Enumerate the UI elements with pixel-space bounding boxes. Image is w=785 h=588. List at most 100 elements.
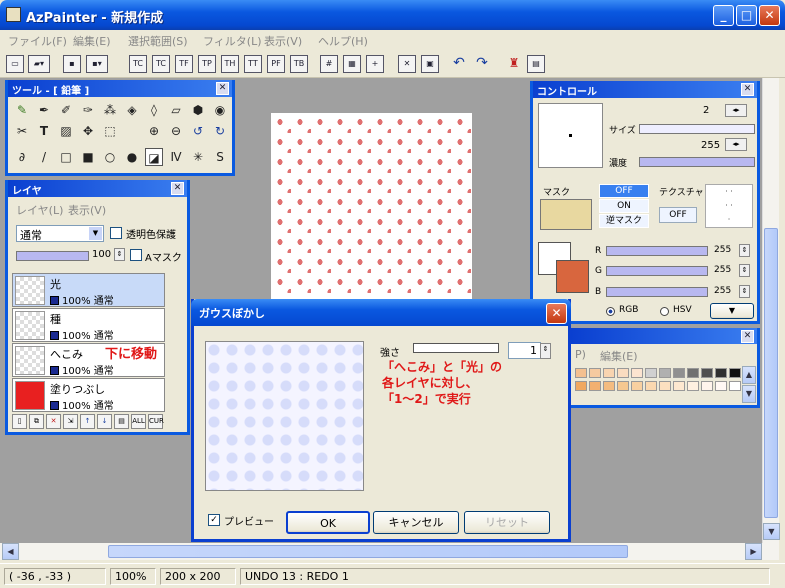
horizontal-scroll-thumb[interactable]	[108, 545, 628, 558]
g-spin[interactable]: ⇕	[739, 264, 750, 277]
toolbar-th-button[interactable]: TH	[221, 55, 239, 73]
color-menu-button[interactable]: ▼	[710, 303, 754, 319]
document-canvas[interactable]	[271, 113, 472, 314]
opacity-slider[interactable]	[16, 251, 89, 261]
close-button[interactable]: ✕	[759, 5, 780, 26]
toolbar-tc2-button[interactable]: TC	[152, 55, 170, 73]
palette-swatch[interactable]	[575, 368, 587, 378]
palette-menu-view[interactable]: P)	[575, 348, 586, 361]
spray-icon[interactable]: ♜	[505, 55, 523, 73]
palette-swatch[interactable]	[575, 381, 587, 391]
text-icon[interactable]: T	[35, 122, 53, 140]
palette-swatch[interactable]	[659, 381, 671, 391]
palette-swatch[interactable]	[631, 381, 643, 391]
mask-reverse-button[interactable]: 逆マスク	[599, 214, 649, 228]
background-color-swatch[interactable]	[556, 260, 589, 293]
fill-bucket-icon[interactable]: ◪	[145, 148, 163, 166]
vertical-scroll-thumb[interactable]	[764, 228, 778, 518]
size-spin[interactable]: ◂▸	[725, 104, 747, 117]
scroll-right-button[interactable]: ▶	[745, 543, 762, 560]
new-layer-icon[interactable]: ▯	[12, 414, 27, 429]
layer-row[interactable]: 種 100% 通常	[12, 308, 165, 342]
preview-area[interactable]	[205, 341, 364, 491]
fill-circle-icon[interactable]: ◉	[211, 101, 229, 119]
layer-row[interactable]: 光 100% 通常	[12, 273, 165, 307]
layer-down-icon[interactable]: ↓	[97, 414, 112, 429]
spline-icon[interactable]: S	[211, 148, 229, 166]
menu-help[interactable]: ヘルプ(H)	[318, 33, 368, 49]
save-icon[interactable]: ▪	[63, 55, 81, 73]
move-icon[interactable]: ✥	[79, 122, 97, 140]
rgb-radio[interactable]	[606, 307, 615, 316]
palette-swatch[interactable]	[617, 368, 629, 378]
tool-panel-close-button[interactable]: ✕	[216, 82, 229, 95]
palette-grid[interactable]	[575, 368, 743, 402]
layer-menu-layer[interactable]: レイヤ(L)	[16, 202, 63, 218]
density-spin[interactable]: ◂▸	[725, 138, 747, 151]
gradient-icon[interactable]: ▨	[57, 122, 75, 140]
palette-swatch[interactable]	[673, 368, 685, 378]
layer-visible-icon[interactable]	[50, 331, 59, 340]
scroll-down-button[interactable]: ▼	[763, 523, 780, 540]
palette-swatch[interactable]	[701, 368, 713, 378]
palette-swatch[interactable]	[589, 381, 601, 391]
palette-menu-edit[interactable]: 編集(E)	[600, 348, 638, 364]
layer-visible-icon[interactable]	[50, 296, 59, 305]
palette-swatch[interactable]	[631, 368, 643, 378]
palette-swatch[interactable]	[645, 381, 657, 391]
spray-icon[interactable]: ⁂	[101, 101, 119, 119]
ellipse-icon[interactable]: ○	[101, 148, 119, 166]
rotate-left-icon[interactable]: ↺	[189, 122, 207, 140]
crosshair-grid-icon[interactable]: +	[366, 55, 384, 73]
toolbar-tc-button[interactable]: TC	[129, 55, 147, 73]
palette-swatch[interactable]	[687, 381, 699, 391]
menu-edit[interactable]: 編集(E)	[73, 33, 111, 49]
palette-swatch[interactable]	[673, 381, 685, 391]
redo-icon[interactable]: ↷	[473, 55, 491, 73]
strength-input[interactable]: 1	[508, 342, 541, 359]
fill-image-icon[interactable]: ▣	[421, 55, 439, 73]
maximize-button[interactable]: □	[736, 5, 757, 26]
lock-alpha-checkbox[interactable]	[110, 227, 122, 239]
show-all-button[interactable]: ALL	[131, 414, 146, 429]
cancel-button[interactable]: キャンセル	[373, 511, 459, 534]
horizontal-scrollbar[interactable]: ◀ ▶	[0, 543, 779, 560]
palette-swatch[interactable]	[659, 368, 671, 378]
scroll-left-button[interactable]: ◀	[2, 543, 19, 560]
blur-icon[interactable]: ◈	[123, 101, 141, 119]
vertical-scrollbar[interactable]: ▼	[762, 78, 780, 543]
r-spin[interactable]: ⇕	[739, 244, 750, 257]
palette-swatch[interactable]	[687, 368, 699, 378]
toolbar-tf-button[interactable]: TF	[175, 55, 193, 73]
layer-visible-icon[interactable]	[50, 401, 59, 410]
merge-layer-icon[interactable]: ⇲	[63, 414, 78, 429]
palette-swatch[interactable]	[729, 368, 741, 378]
rectangle-icon[interactable]: □	[57, 148, 75, 166]
mask-off-button[interactable]: OFF	[599, 184, 649, 198]
hsv-radio[interactable]	[660, 307, 669, 316]
show-current-button[interactable]: CUR	[148, 414, 164, 429]
palette-swatch[interactable]	[603, 368, 615, 378]
palette-panel-close-button[interactable]: ✕	[741, 330, 754, 343]
toolbar-tt-button[interactable]: TT	[244, 55, 262, 73]
delete-layer-icon[interactable]: ✕	[46, 414, 61, 429]
palette-scroll-down[interactable]: ▼	[742, 385, 756, 403]
save-as-icon[interactable]: ▪▾	[86, 55, 108, 73]
filled-rectangle-icon[interactable]: ■	[79, 148, 97, 166]
grid-icon[interactable]: #	[320, 55, 338, 73]
menu-file[interactable]: ファイル(F)	[8, 33, 67, 49]
copy-layer-icon[interactable]: ⧉	[29, 414, 44, 429]
layer-up-icon[interactable]: ↑	[80, 414, 95, 429]
brush-icon[interactable]: ✐	[57, 101, 75, 119]
opacity-spin[interactable]: ⇕	[114, 248, 125, 261]
layer-visible-icon[interactable]	[50, 366, 59, 375]
undo-icon[interactable]: ↶	[450, 55, 468, 73]
menu-selection[interactable]: 選択範囲(S)	[128, 33, 188, 49]
palette-swatch[interactable]	[729, 381, 741, 391]
pencil-icon[interactable]: ✎	[13, 101, 31, 119]
strength-spin[interactable]: ⇕	[540, 343, 551, 359]
palette-swatch[interactable]	[715, 381, 727, 391]
zoom-out-icon[interactable]: ⊖	[167, 122, 185, 140]
texture-off-button[interactable]: OFF	[659, 207, 697, 223]
toolbar-tb-button[interactable]: TB	[290, 55, 308, 73]
